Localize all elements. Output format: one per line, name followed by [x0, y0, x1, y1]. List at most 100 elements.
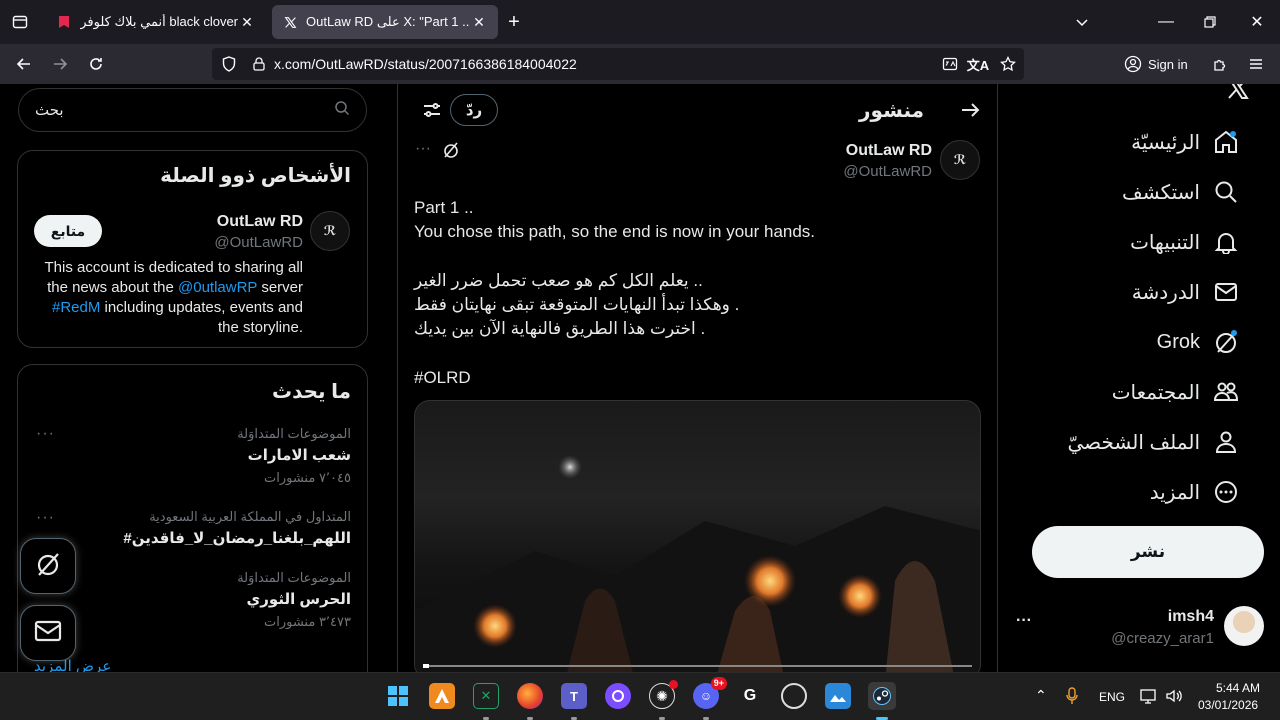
volume-icon[interactable] — [1165, 688, 1183, 709]
close-window-icon[interactable]: ✕ — [1243, 8, 1271, 36]
bio-text: server — [257, 279, 303, 296]
nav-notifications[interactable]: التنبيهات — [1130, 222, 1240, 262]
trend-meta: الموضوعات المتداوَلة — [237, 570, 351, 585]
close-tab-icon[interactable]: ✕ — [470, 14, 488, 31]
post-text-line: Part 1 .. — [414, 198, 474, 217]
mention-link[interactable]: @0utlawRP — [178, 279, 257, 296]
network-icon[interactable] — [1140, 688, 1158, 709]
minimize-icon[interactable]: — — [1152, 8, 1180, 36]
microphone-icon[interactable] — [1066, 687, 1078, 710]
post-more-icon[interactable]: ··· — [415, 140, 431, 158]
grok-fab[interactable] — [20, 538, 76, 594]
trend-more-icon[interactable]: ··· — [36, 509, 55, 527]
clock-time[interactable]: 5:44 AM — [1216, 681, 1260, 695]
nav-label: الرئيسيّة — [1131, 131, 1200, 154]
circle-app-icon[interactable] — [605, 683, 631, 709]
nav-label: المجتمعات — [1111, 381, 1200, 404]
account-switcher[interactable]: ··· imsh4 @creazy_arar1 — [1016, 602, 1266, 654]
nav-explore[interactable]: استكشف — [1122, 172, 1240, 212]
hashtag-link[interactable]: #OLRD — [414, 366, 471, 390]
bio-line: This account is dedicated to sharing all — [44, 259, 303, 276]
nav-home[interactable]: الرئيسيّة — [1131, 122, 1240, 162]
app-ring-icon[interactable] — [781, 683, 807, 709]
tab-list-icon[interactable] — [6, 8, 34, 36]
nav-more[interactable]: المزيد — [1150, 472, 1240, 512]
divider — [997, 84, 998, 672]
trend-name: #اللهم_بلغنا_رمضان_لا_فاقدين — [123, 530, 351, 547]
tab-outlaw-post[interactable]: OutLaw RD على X: "Part 1 .. You ✕ — [272, 5, 498, 39]
bookmark-favicon-icon — [56, 14, 72, 30]
account-more-icon[interactable]: ··· — [1016, 612, 1032, 630]
tab-black-clover[interactable]: black clover أنمي بلاك كلوفر - ا ✕ — [46, 5, 266, 39]
trend-item[interactable]: الموضوعات المتداوَلة الحرس الثوري ٣٬٤٧٣ … — [237, 570, 351, 630]
mail-icon — [34, 619, 62, 648]
messages-fab[interactable] — [20, 605, 76, 661]
shield-icon[interactable] — [212, 56, 246, 72]
follow-button[interactable]: متابع — [34, 215, 102, 247]
bookmark-star-icon[interactable] — [992, 56, 1024, 72]
reload-icon[interactable] — [82, 50, 110, 78]
reply-button[interactable]: ردّ — [450, 94, 498, 126]
firefox-icon[interactable] — [517, 683, 543, 709]
close-tab-icon[interactable]: ✕ — [238, 14, 256, 31]
nav-grok[interactable]: Grok — [1157, 322, 1240, 362]
search-input[interactable]: بحث — [18, 88, 367, 132]
trend-item[interactable]: الموضوعات المتداوَلة شعب الامارات ٧٬٠٤٥ … — [237, 426, 351, 486]
post-video[interactable] — [414, 400, 981, 672]
author-name[interactable]: OutLaw RD — [846, 142, 932, 160]
filter-icon[interactable] — [422, 100, 442, 125]
restore-icon[interactable] — [1196, 8, 1224, 36]
translate-page-icon[interactable] — [936, 56, 964, 72]
menu-icon[interactable] — [1242, 50, 1270, 78]
extensions-icon[interactable] — [1206, 50, 1234, 78]
post-button[interactable]: نشر — [1032, 526, 1264, 578]
logitech-icon[interactable]: G — [737, 683, 763, 709]
language-indicator[interactable]: ENG — [1099, 690, 1125, 704]
account-name: imsh4 — [1167, 608, 1214, 625]
grok-icon — [1212, 328, 1240, 356]
teams-icon[interactable]: T — [561, 683, 587, 709]
grok-icon[interactable] — [442, 141, 460, 164]
related-handle[interactable]: @OutLawRD — [214, 234, 303, 251]
url-bar[interactable]: x.com/OutLawRD/status/200716638618400402… — [212, 48, 1024, 80]
nav-communities[interactable]: المجتمعات — [1112, 372, 1240, 412]
steam-icon[interactable] — [868, 682, 896, 710]
tab-title: black clover أنمي بلاك كلوفر - ا — [80, 14, 238, 29]
trend-item[interactable]: المتداول في المملكة العربية السعودية #ال… — [123, 509, 351, 547]
tray-chevron-icon[interactable]: ⌃ — [1035, 687, 1047, 704]
author-avatar[interactable]: ℛ — [940, 140, 980, 180]
windows-start-icon[interactable] — [385, 683, 411, 709]
url-text: x.com/OutLawRD/status/200716638618400402… — [274, 56, 577, 72]
related-name[interactable]: OutLaw RD — [217, 213, 303, 231]
back-arrow-icon[interactable] — [960, 100, 980, 125]
tab-title: OutLaw RD على X: "Part 1 .. You — [306, 14, 470, 29]
new-tab-icon[interactable]: + — [500, 8, 528, 36]
author-handle[interactable]: @OutLawRD — [843, 163, 932, 180]
discord-icon[interactable]: ☺ 9+ — [693, 677, 727, 709]
x-logo-icon — [282, 14, 298, 30]
sign-in-button[interactable]: Sign in — [1124, 49, 1198, 79]
photos-icon[interactable] — [825, 683, 851, 709]
post-text-line: . وهكذا تبدأ النهايات المتوقعة تبقى نهاي… — [414, 295, 740, 314]
profile-icon — [1212, 428, 1240, 456]
app-icon-orange[interactable] — [429, 683, 455, 709]
chevron-down-icon[interactable] — [1068, 8, 1096, 36]
excel-icon[interactable]: ✕ — [473, 683, 499, 709]
forward-icon[interactable] — [46, 50, 74, 78]
post-text-line: .. يعلم الكل كم هو صعب تحمل ضرر الغير — [414, 271, 703, 290]
clock-date[interactable]: 03/01/2026 — [1198, 698, 1258, 712]
trend-more-icon[interactable]: ··· — [36, 425, 55, 443]
trend-meta: المتداول في المملكة العربية السعودية — [149, 509, 351, 524]
x-logo-icon[interactable] — [1224, 84, 1252, 105]
nav-label: الملف الشخصيّ — [1067, 431, 1200, 454]
hashtag-link[interactable]: #RedM — [52, 299, 100, 316]
translate-icon[interactable]: 文A — [964, 55, 992, 74]
nav-profile[interactable]: الملف الشخصيّ — [1067, 422, 1240, 462]
trend-meta: الموضوعات المتداوَلة — [237, 426, 351, 441]
nav-chat[interactable]: الدردشة — [1132, 272, 1240, 312]
lock-icon[interactable] — [246, 57, 272, 71]
avatar[interactable]: ℛ — [310, 211, 350, 251]
chatgpt-icon[interactable]: ✺ — [649, 680, 678, 709]
nav-label: التنبيهات — [1130, 231, 1200, 254]
back-icon[interactable] — [10, 50, 38, 78]
